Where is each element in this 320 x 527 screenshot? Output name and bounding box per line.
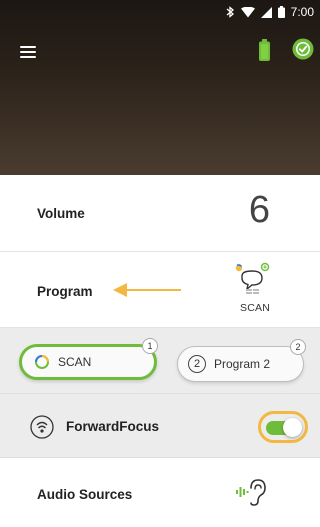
program-button-scan[interactable]: SCAN 1 [19,338,158,380]
volume-row[interactable]: Volume 6 [0,175,320,252]
app-header: 7:00 [0,0,320,175]
signal-icon [260,6,272,18]
wifi-icon [240,6,255,17]
connected-check-icon[interactable] [292,38,314,60]
program-selector: SCAN 1 2 Program 2 2 [0,328,320,394]
current-program-name: SCAN [240,302,270,314]
forward-focus-label: ForwardFocus [66,419,160,434]
forward-focus-icon [30,415,54,439]
program-badge: 2 [290,339,306,355]
program-label-2: Program 2 [214,357,271,371]
status-bar: 7:00 [0,0,320,24]
forward-focus-row[interactable]: ForwardFocus [0,394,320,458]
bluetooth-icon [226,6,234,18]
toggle-knob[interactable] [283,418,302,437]
scan-program-icon[interactable] [234,262,274,300]
audio-sources-row[interactable]: Audio Sources [0,458,320,527]
volume-label: Volume [37,206,85,221]
program-badge: 1 [142,338,158,354]
battery-icon [277,6,285,18]
audio-sources-label: Audio Sources [37,487,133,502]
scan-spinner-icon [35,355,49,369]
device-battery-icon [259,39,270,61]
volume-value[interactable]: 6 [249,189,270,232]
audio-ear-icon[interactable] [236,476,270,508]
program-number-icon: 2 [188,355,206,373]
program-label-scan: SCAN [58,355,92,369]
app-bar [0,38,320,68]
menu-icon[interactable] [20,46,36,58]
status-time: 7:00 [290,5,314,19]
program-button-2[interactable]: 2 Program 2 2 [177,339,306,382]
program-label: Program [37,284,93,299]
arrow-left-icon [113,283,181,297]
